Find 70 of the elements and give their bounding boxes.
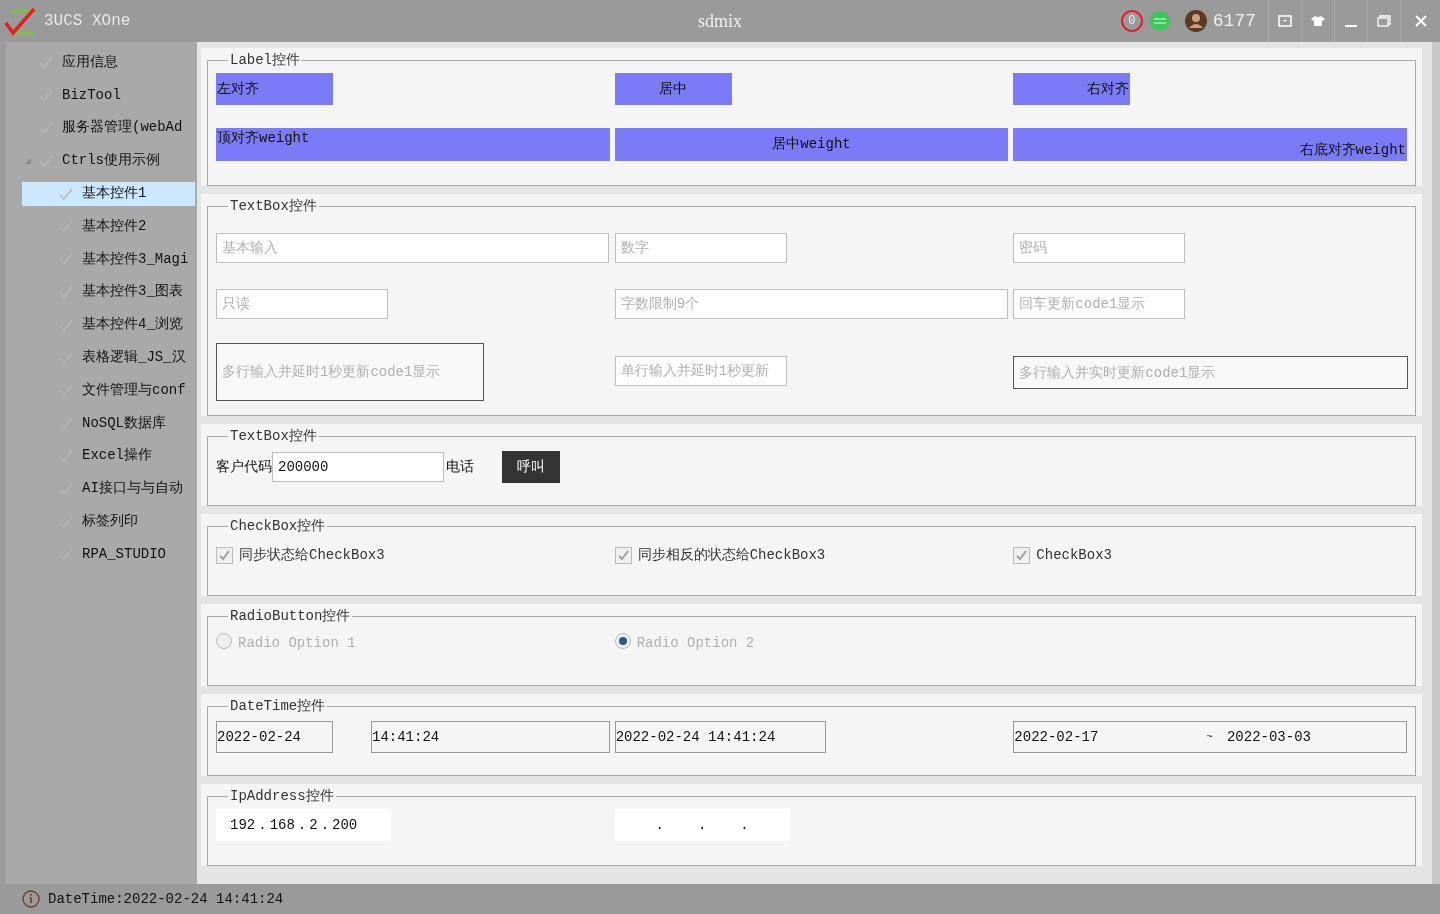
status-text: DateTime:2022-02-24 14:41:24 [48,889,284,909]
tree-item[interactable]: 标签列印 [58,509,138,534]
multiline-field[interactable]: 多行输入并延时1秒更新code1显示 [216,343,484,401]
shirt-icon [1310,15,1326,27]
tree-item[interactable]: BizTool [38,83,121,108]
label-sample: 右对齐 [1013,73,1131,105]
tree-item[interactable]: 应用信息 [38,50,118,75]
checkbox-label: CheckBox3 [1036,546,1112,565]
checkbox-label: 同步相反的状态给CheckBox3 [637,546,826,565]
group-title: TextBox控件 [229,197,318,216]
label-sample: 左对齐 [216,73,333,105]
group-title: CheckBox控件 [229,517,327,536]
label-sample: 顶对齐weight [216,128,610,161]
group-title: IpAddress控件 [229,787,335,806]
tree-item[interactable]: AI接口与与自动 [58,476,183,501]
tree-item[interactable]: NoSQL数据库 [58,411,166,436]
checkbox-label: 同步状态给CheckBox3 [239,546,385,565]
close-icon [1413,14,1428,28]
text-field[interactable]: 数字 [614,233,787,263]
field-label: 客户代码 [216,457,272,477]
label-sample: 右底对齐weight [1013,128,1407,161]
datetime-field[interactable]: 2022-02-24 14:41:24 [614,721,826,753]
time-field[interactable]: 14:41:24 [371,721,610,753]
ip-address-field[interactable]: . . . [614,809,790,841]
logo-icon [4,5,38,37]
date-range-field[interactable]: 2022-02-17 ~ 2022-03-03 [1013,721,1407,753]
checkbox[interactable] [216,547,233,564]
restore-icon [1377,15,1391,27]
tree-item[interactable]: 文件管理与conf [58,378,186,403]
tree-item[interactable]: 表格逻辑_JS_汉 [58,345,186,370]
field-label: 电话 [446,457,474,477]
group-title: Label控件 [229,51,301,70]
label-sample: 居中 [614,73,732,105]
app-name: 3UCS XOne [44,11,131,32]
call-button[interactable]: 呼叫 [502,451,560,483]
user-count: 6177 [1212,9,1256,33]
expand-caret-icon[interactable] [24,156,32,165]
radio-label: Radio Option 1 [238,634,356,653]
tree-item[interactable]: 基本控件2 [58,214,147,239]
window-title: sdmix [698,9,742,33]
info-icon [22,890,40,908]
customer-code-field[interactable]: 200000 [272,452,444,482]
dropdown-icon [1278,15,1292,27]
label-sample: 居中weight [614,128,1009,161]
checkbox[interactable] [1013,547,1031,564]
radio-label: Radio Option 2 [636,634,755,653]
text-field[interactable]: 只读 [216,289,388,319]
multiline-field[interactable]: 多行输入并实时更新code1显示 [1013,356,1409,389]
tree-item[interactable]: 基本控件3_Magi [58,247,189,272]
date-field[interactable]: 2022-02-24 [216,721,333,753]
tree-item[interactable]: 基本控件3_图表 [58,279,183,304]
tree-item[interactable]: Ctrls使用示例 [38,148,160,173]
tree-item[interactable]: 服务器管理(webAd [38,116,183,140]
text-field[interactable]: 字数限制9个 [614,289,1008,319]
user-avatar-icon[interactable] [1184,10,1207,32]
text-field[interactable]: 回车更新code1显示 [1013,289,1186,319]
checkbox[interactable] [614,547,632,564]
text-field[interactable]: 密码 [1013,233,1186,263]
tree-item[interactable]: RPA_STUDIO [58,542,166,567]
ip-address-field[interactable]: 192 . 168 . 2 . 200 [216,809,391,841]
group-title: RadioButton控件 [229,607,352,626]
group-title: DateTime控件 [229,697,327,716]
tree-item[interactable]: 基本控件1 [22,181,195,206]
text-field[interactable]: 基本输入 [216,233,609,263]
tree-item[interactable]: Excel操作 [58,443,152,468]
text-field[interactable]: 单行输入并延时1秒更新 [614,356,787,386]
group-title: TextBox控件 [229,427,318,446]
tree-item[interactable]: 基本控件4_浏览 [58,312,183,337]
minimize-icon [1345,25,1357,27]
chat-icon[interactable] [1148,10,1171,32]
